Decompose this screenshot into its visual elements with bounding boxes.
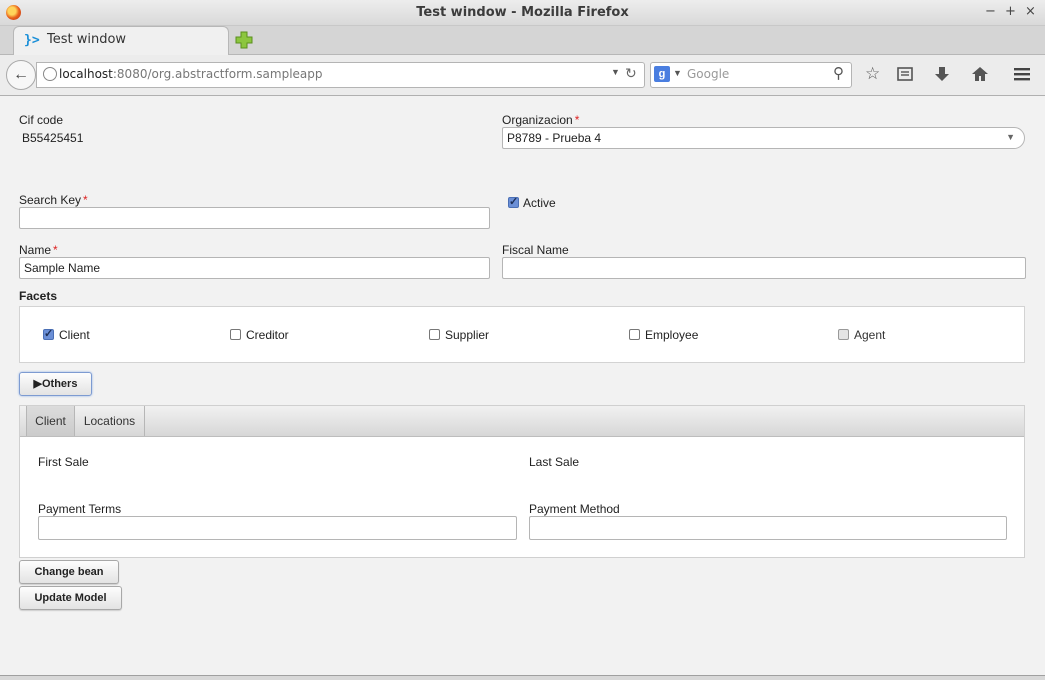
reload-icon[interactable]: ↻ — [625, 65, 637, 82]
search-placeholder[interactable]: Google — [687, 67, 729, 81]
fiscal-name-input[interactable] — [502, 257, 1026, 279]
tabpanel-header — [20, 406, 1024, 437]
facet-agent-label: Agent — [854, 328, 886, 342]
new-tab-plus-icon[interactable] — [235, 31, 253, 49]
google-engine-icon[interactable]: g — [654, 66, 670, 82]
payment-method-label: Payment Method — [529, 502, 620, 516]
search-icon[interactable]: ⚲ — [833, 64, 844, 82]
window-bottom-edge — [0, 675, 1045, 680]
name-input[interactable] — [19, 257, 490, 279]
facet-client-label: Client — [59, 328, 90, 342]
facet-employee-label: Employee — [645, 328, 699, 342]
browser-tab-title[interactable]: Test window — [47, 32, 126, 47]
minimize-button[interactable]: − — [985, 4, 996, 19]
facets-heading: Facets — [19, 289, 58, 303]
maximize-button[interactable]: + — [1005, 4, 1016, 19]
organizacion-label: Organizacion * — [502, 113, 580, 127]
others-toggle-button[interactable]: ▶Others — [19, 372, 92, 396]
menu-hamburger-icon[interactable] — [1013, 65, 1031, 83]
search-engine-dropdown-icon[interactable]: ▼ — [673, 68, 682, 78]
tab-locations[interactable]: Locations — [75, 406, 145, 436]
back-arrow-icon[interactable]: ← — [6, 60, 36, 90]
payment-method-input[interactable] — [529, 516, 1007, 540]
tab-favicon-icon: }> — [24, 33, 40, 48]
payment-terms-input[interactable] — [38, 516, 517, 540]
first-sale-label: First Sale — [38, 455, 89, 469]
home-icon[interactable] — [971, 65, 989, 83]
url-text[interactable]: localhost:8080/org.abstractform.sampleap… — [59, 67, 323, 81]
facet-employee-checkbox[interactable] — [629, 329, 640, 340]
close-window-button[interactable]: × — [1025, 4, 1036, 19]
organizacion-select-value: P8789 - Prueba 4 — [507, 131, 602, 145]
name-label: Name * — [19, 243, 58, 257]
bookmarks-list-icon[interactable] — [896, 65, 914, 83]
download-arrow-icon[interactable] — [933, 65, 951, 83]
chevron-down-icon: ▼ — [1006, 132, 1015, 142]
fiscal-name-label: Fiscal Name — [502, 243, 569, 257]
search-key-input[interactable] — [19, 207, 490, 229]
search-key-label: Search Key * — [19, 193, 88, 207]
firefox-logo-icon — [6, 5, 21, 20]
facet-creditor-checkbox[interactable] — [230, 329, 241, 340]
last-sale-label: Last Sale — [529, 455, 580, 469]
facet-supplier-checkbox[interactable] — [429, 329, 440, 340]
active-checkbox[interactable] — [508, 195, 519, 208]
facet-creditor-label: Creditor — [246, 328, 289, 342]
cif-code-label: Cif code — [19, 113, 64, 127]
tab-client[interactable]: Client — [26, 406, 75, 436]
window-titlebar: Test window - Mozilla Firefox − + × — [0, 0, 1045, 26]
globe-icon — [43, 67, 57, 81]
bookmark-star-icon[interactable]: ☆ — [865, 64, 880, 84]
active-label: Active — [523, 196, 556, 210]
window-title: Test window - Mozilla Firefox — [416, 5, 629, 20]
facet-supplier-label: Supplier — [445, 328, 490, 342]
url-history-dropdown-icon[interactable]: ▼ — [611, 67, 620, 77]
facet-agent-checkbox — [838, 329, 849, 340]
payment-terms-label: Payment Terms — [38, 502, 122, 516]
organizacion-select[interactable]: P8789 - Prueba 4 ▼ — [502, 127, 1025, 149]
cif-code-value: B55425451 — [22, 131, 84, 145]
facet-client-checkbox[interactable] — [43, 327, 54, 340]
change-bean-button[interactable]: Change bean — [19, 560, 119, 584]
update-model-button[interactable]: Update Model — [19, 586, 122, 610]
